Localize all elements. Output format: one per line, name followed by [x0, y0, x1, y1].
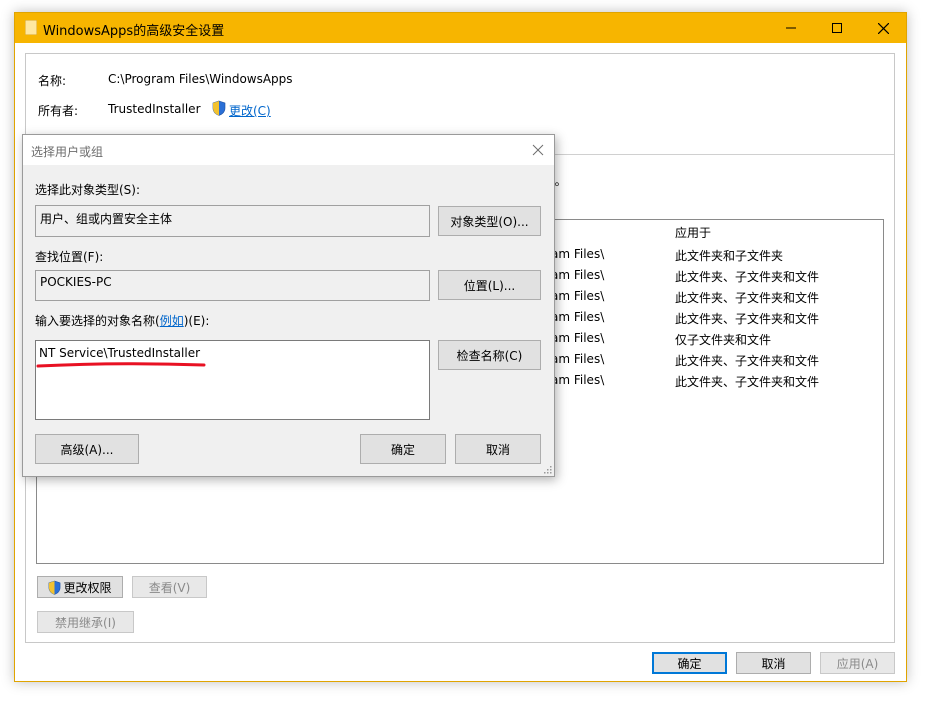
dialog-ok-button[interactable]: 确定 — [360, 434, 446, 464]
row-path: am Files\ — [551, 289, 605, 303]
dialog-close-icon[interactable] — [530, 142, 546, 158]
apply-button[interactable]: 应用(A) — [820, 652, 895, 674]
row-applies: 此文件夹、子文件夹和文件 — [675, 375, 820, 389]
column-header-applies-to: 应用于 — [675, 226, 712, 240]
row-applies: 此文件夹、子文件夹和文件 — [675, 270, 820, 284]
maximize-button[interactable] — [814, 13, 860, 43]
row-applies: 此文件夹和子文件夹 — [675, 249, 784, 263]
dialog-cancel-label: 取消 — [485, 442, 510, 457]
object-type-field: 用户、组或内置安全主体 — [35, 205, 430, 237]
view-button[interactable]: 查看(V) — [132, 576, 207, 598]
ok-button[interactable]: 确定 — [652, 652, 727, 674]
advanced-button[interactable]: 高级(A)... — [35, 434, 139, 464]
change-permissions-button[interactable]: 更改权限 — [37, 576, 123, 598]
row-path: am Files\ — [551, 352, 605, 366]
red-underline-annotation — [36, 362, 206, 368]
change-owner-link[interactable]: 更改(C) — [229, 102, 271, 119]
object-types-label: 对象类型(O)... — [450, 214, 529, 229]
row-applies: 此文件夹、子文件夹和文件 — [675, 312, 820, 326]
ok-label: 确定 — [677, 656, 702, 671]
location-label: 查找位置(F): — [35, 250, 104, 264]
advanced-label: 高级(A)... — [60, 442, 114, 457]
close-icon — [877, 22, 889, 34]
window-title: WindowsApps的高级安全设置 — [43, 24, 225, 39]
change-permissions-label: 更改权限 — [63, 580, 112, 595]
dialog-titlebar[interactable]: 选择用户或组 — [23, 135, 554, 165]
dialog-ok-label: 确定 — [390, 442, 415, 457]
object-names-value: NT Service\TrustedInstaller — [39, 346, 201, 360]
name-label: 名称: — [38, 74, 67, 88]
enter-names-label-post: )(E): — [183, 314, 210, 328]
check-names-button[interactable]: 检查名称(C) — [438, 340, 541, 370]
disable-inheritance-label: 禁用继承(I) — [55, 615, 116, 630]
object-types-button[interactable]: 对象类型(O)... — [438, 206, 541, 236]
object-names-input[interactable]: NT Service\TrustedInstaller — [35, 340, 430, 420]
locations-label: 位置(L)... — [463, 278, 516, 293]
maximize-icon — [832, 23, 842, 33]
check-names-label: 检查名称(C) — [456, 348, 523, 363]
row-applies: 此文件夹、子文件夹和文件 — [675, 291, 820, 305]
enter-names-label: 输入要选择的对象名称(例如)(E): — [35, 312, 209, 329]
folder-icon — [25, 20, 37, 35]
row-path: am Files\ — [551, 268, 605, 282]
cancel-label: 取消 — [761, 656, 786, 671]
uac-shield-icon — [212, 100, 226, 116]
row-applies: 此文件夹、子文件夹和文件 — [675, 354, 820, 368]
object-type-value: 用户、组或内置安全主体 — [40, 212, 173, 226]
minimize-icon — [786, 27, 796, 29]
close-button[interactable] — [860, 13, 906, 43]
locations-button[interactable]: 位置(L)... — [438, 270, 541, 300]
uac-shield-icon — [49, 580, 61, 595]
resize-grip-icon[interactable] — [542, 464, 552, 474]
row-applies: 仅子文件夹和文件 — [675, 333, 772, 347]
cancel-button[interactable]: 取消 — [736, 652, 811, 674]
location-value: POCKIES-PC — [40, 275, 112, 289]
disable-inheritance-button[interactable]: 禁用继承(I) — [37, 611, 134, 633]
row-path: am Files\ — [551, 310, 605, 324]
select-user-dialog: 选择用户或组 选择此对象类型(S): 用户、组或内置安全主体 对象类型(O)..… — [22, 134, 555, 477]
enter-names-label-pre: 输入要选择的对象名称( — [35, 314, 160, 328]
examples-link[interactable]: 例如 — [160, 314, 184, 328]
name-value: C:\Program Files\WindowsApps — [108, 72, 293, 86]
dialog-title: 选择用户或组 — [31, 145, 104, 159]
window-titlebar[interactable]: WindowsApps的高级安全设置 — [15, 13, 906, 43]
row-path: am Files\ — [551, 247, 605, 261]
minimize-button[interactable] — [768, 13, 814, 43]
owner-value: TrustedInstaller — [108, 102, 201, 116]
row-path: am Files\ — [551, 373, 605, 387]
dialog-cancel-button[interactable]: 取消 — [455, 434, 541, 464]
row-path: am Files\ — [551, 331, 605, 345]
location-field: POCKIES-PC — [35, 270, 430, 301]
view-label: 查看(V) — [148, 580, 191, 595]
owner-label: 所有者: — [38, 104, 79, 118]
object-type-label: 选择此对象类型(S): — [35, 183, 141, 197]
apply-label: 应用(A) — [836, 656, 879, 671]
